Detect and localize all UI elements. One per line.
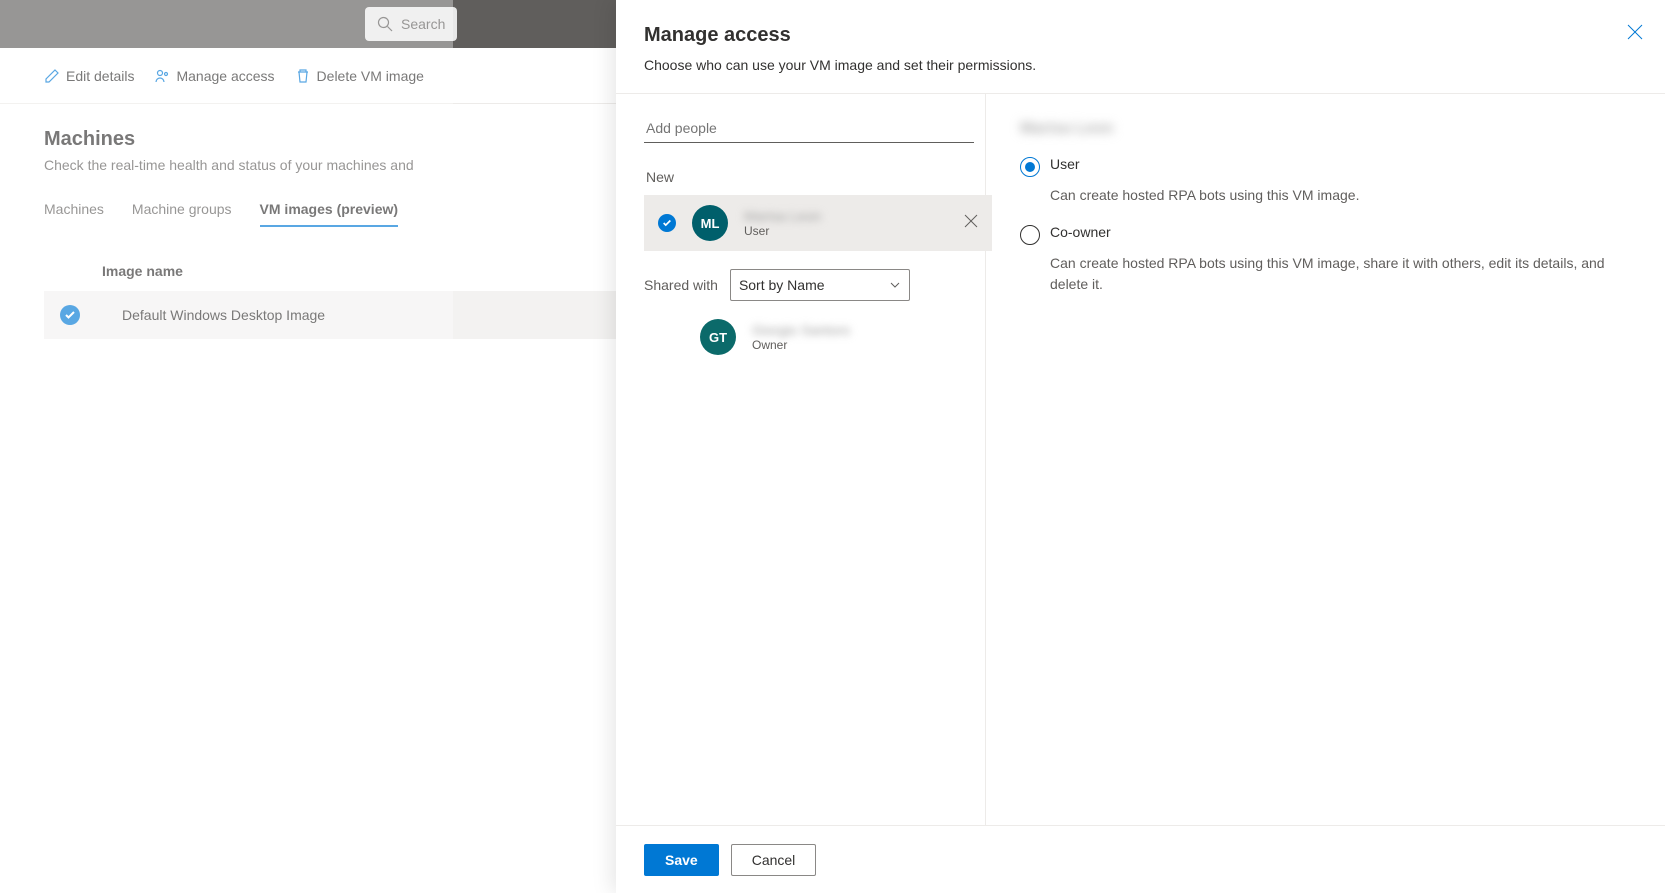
manage-access-button[interactable]: Manage access — [154, 68, 274, 84]
panel-header: Manage access Choose who can use your VM… — [616, 0, 1665, 94]
panel-body: New ML Marisa Leon User Shared with — [616, 94, 1665, 825]
tab-machines[interactable]: Machines — [44, 201, 104, 227]
shared-person-row[interactable]: GT Giorgio Santoro Owner — [644, 319, 971, 355]
trash-icon — [295, 68, 311, 84]
panel-title: Manage access — [644, 24, 1637, 47]
sort-select[interactable]: Sort by Name — [730, 269, 910, 301]
new-person-card[interactable]: ML Marisa Leon User — [644, 195, 992, 251]
person-role: User — [744, 224, 948, 238]
close-icon — [1627, 24, 1643, 40]
panel-footer: Save Cancel — [616, 825, 1665, 893]
close-button[interactable] — [1627, 24, 1643, 45]
radio-icon — [1020, 225, 1040, 245]
new-section-label: New — [644, 169, 971, 185]
person-role: Owner — [752, 338, 971, 352]
shared-with-row: Shared with Sort by Name — [644, 269, 971, 301]
panel-left: New ML Marisa Leon User Shared with — [616, 94, 986, 825]
row-checkmark-icon[interactable] — [60, 305, 80, 325]
avatar: ML — [692, 205, 728, 241]
radio-label: User — [1050, 156, 1080, 172]
person-name: Giorgio Santoro — [752, 322, 971, 339]
remove-person-button[interactable] — [964, 214, 978, 233]
panel-subtitle: Choose who can use your VM image and set… — [644, 57, 1637, 73]
radio-label: Co-owner — [1050, 224, 1111, 240]
cancel-button[interactable]: Cancel — [731, 844, 817, 876]
permission-user-description: Can create hosted RPA bots using this VM… — [1050, 185, 1631, 206]
radio-icon — [1020, 157, 1040, 177]
tab-machine-groups[interactable]: Machine groups — [132, 201, 232, 227]
person-name: Marisa Leon — [744, 208, 948, 225]
panel-right: Marisa Leon User Can create hosted RPA b… — [986, 94, 1665, 825]
avatar: GT — [700, 319, 736, 355]
search-icon — [377, 16, 393, 32]
x-icon — [964, 214, 978, 228]
edit-details-button[interactable]: Edit details — [44, 68, 134, 84]
selected-person-name: Marisa Leon — [1020, 120, 1631, 138]
person-info: Giorgio Santoro Owner — [752, 322, 971, 353]
add-people-input[interactable] — [644, 114, 974, 143]
chevron-down-icon — [889, 279, 901, 291]
row-image-name: Default Windows Desktop Image — [100, 307, 325, 323]
search-placeholder: Search — [401, 16, 445, 32]
permission-user-option[interactable]: User — [1020, 156, 1631, 177]
permission-coowner-description: Can create hosted RPA bots using this VM… — [1050, 253, 1631, 295]
delete-vm-button[interactable]: Delete VM image — [295, 68, 424, 84]
people-icon — [154, 68, 170, 84]
shared-with-label: Shared with — [644, 277, 718, 293]
save-button[interactable]: Save — [644, 844, 719, 876]
person-selected-icon — [658, 214, 676, 232]
permission-coowner-option[interactable]: Co-owner — [1020, 224, 1631, 245]
pencil-icon — [44, 68, 60, 84]
manage-access-panel: Manage access Choose who can use your VM… — [616, 0, 1665, 893]
search-box[interactable]: Search — [365, 7, 457, 41]
tab-vm-images[interactable]: VM images (preview) — [260, 201, 399, 227]
person-info: Marisa Leon User — [744, 208, 948, 239]
